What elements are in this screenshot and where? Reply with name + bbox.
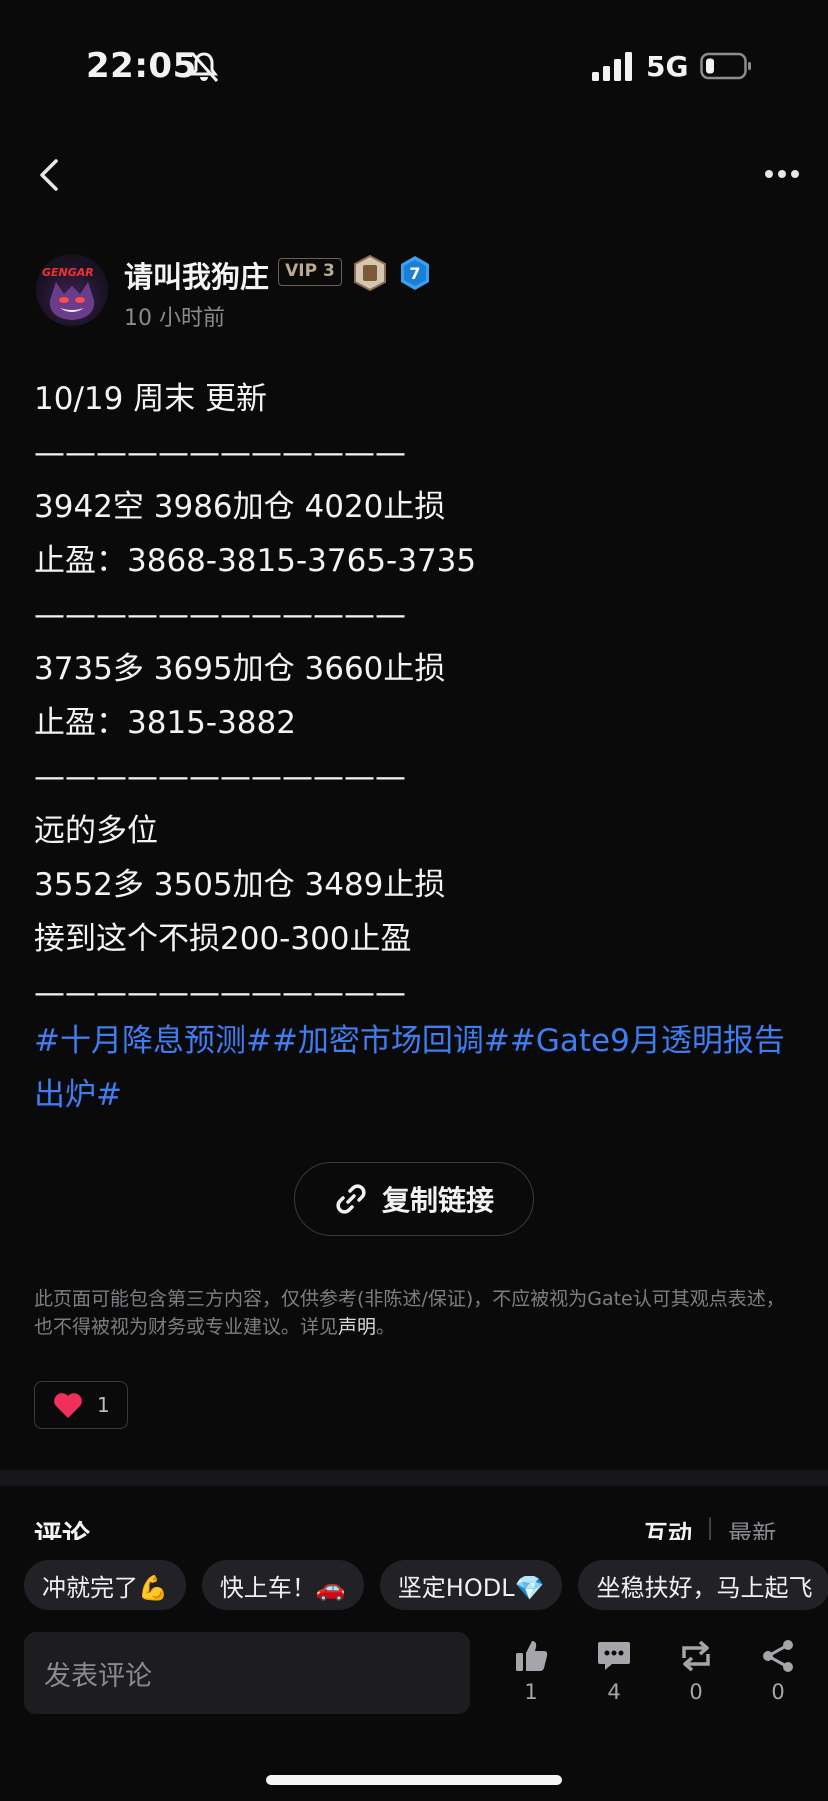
- scroll-badge-icon: [354, 254, 386, 292]
- post-line: ————————————: [34, 435, 406, 471]
- status-time: 22:05: [86, 46, 197, 86]
- disclaimer: 此页面可能包含第三方内容，仅供参考(非陈述/保证)，不应被视为Gate认可其观点…: [34, 1285, 794, 1341]
- post-line: ————————————: [34, 759, 406, 795]
- cellular-signal-icon: [592, 52, 632, 81]
- comments-title: 评论: [34, 1519, 91, 1540]
- repost-icon: [682, 1640, 710, 1672]
- tab-interactive[interactable]: 互动: [644, 1514, 692, 1540]
- post-time: 10 小时前: [124, 306, 225, 331]
- comment-icon: [598, 1642, 630, 1670]
- share-count: 0: [771, 1680, 785, 1704]
- comment-count: 4: [607, 1680, 621, 1704]
- post-line: 远的多位: [34, 813, 158, 849]
- quick-reply-chip[interactable]: 冲就完了💪: [24, 1560, 186, 1610]
- author-name[interactable]: 请叫我狗庄: [124, 254, 269, 296]
- post-line: 3942空 3986加仓 4020止损: [34, 489, 446, 525]
- comment-sort-tabs: 互动 | 最新: [644, 1514, 776, 1540]
- quick-reply-chip[interactable]: 快上车！🚗: [201, 1560, 364, 1610]
- like-button[interactable]: 1: [501, 1638, 561, 1704]
- bell-slash-icon: [190, 52, 219, 82]
- post-line: ————————————: [34, 597, 406, 633]
- repost-count: 0: [689, 1680, 703, 1704]
- gengar-icon: [49, 282, 95, 320]
- copy-link-button[interactable]: 复制链接: [294, 1162, 534, 1236]
- post-body: 10/19 周末 更新 ———————————— 3942空 3986加仓 40…: [34, 372, 794, 1020]
- comment-input[interactable]: 发表评论: [24, 1632, 470, 1714]
- disclaimer-link[interactable]: 声明: [338, 1316, 376, 1338]
- post-line: 10/19 周末 更新: [34, 381, 268, 417]
- home-indicator[interactable]: [266, 1775, 562, 1785]
- quick-replies: 冲就完了💪 快上车！🚗 坚定HODL💎 坐稳扶好，马上起飞: [24, 1560, 828, 1612]
- link-icon: [336, 1184, 366, 1214]
- section-divider: [0, 1470, 828, 1486]
- like-count: 1: [524, 1680, 538, 1704]
- tab-separator: |: [706, 1514, 715, 1540]
- hashtags-link[interactable]: #十月降息预测##加密市场回调##Gate9月透明报告出炉#: [34, 1014, 794, 1122]
- more-options-button[interactable]: [764, 168, 800, 180]
- post-line: 3552多 3505加仓 3489止损: [34, 867, 446, 903]
- disclaimer-end: 。: [376, 1316, 396, 1338]
- post-line: ————————————: [34, 975, 406, 1011]
- post-line: 止盈：3815-3882: [34, 705, 296, 741]
- vip-badge: VIP 3: [278, 258, 342, 286]
- post-line: 接到这个不损200-300止盈: [34, 921, 412, 957]
- disclaimer-text: 此页面可能包含第三方内容，仅供参考(非陈述/保证)，不应被视为Gate认可其观点…: [34, 1288, 785, 1338]
- heart-icon: [54, 1393, 82, 1418]
- avatar[interactable]: GENGAR: [36, 254, 108, 326]
- svg-text:7: 7: [409, 264, 420, 283]
- quick-reply-chip[interactable]: 坚定HODL💎: [379, 1560, 563, 1610]
- share-button[interactable]: 0: [748, 1638, 808, 1704]
- comment-button[interactable]: 4: [584, 1638, 644, 1704]
- repost-button[interactable]: 0: [666, 1638, 726, 1704]
- heart-reaction-button[interactable]: 1: [34, 1381, 128, 1429]
- post-line: 止盈：3868-3815-3765-3735: [34, 543, 477, 579]
- share-icon: [763, 1640, 793, 1672]
- thumbs-up-icon: [516, 1641, 548, 1671]
- network-type: 5G: [646, 50, 689, 83]
- battery-icon: [700, 52, 751, 80]
- tab-latest[interactable]: 最新: [728, 1514, 776, 1540]
- quick-reply-chip[interactable]: 坐稳扶好，马上起飞: [578, 1560, 828, 1610]
- post-line: 3735多 3695加仓 3660止损: [34, 651, 446, 687]
- level-badge: 7: [401, 256, 429, 290]
- back-button[interactable]: [38, 158, 60, 192]
- copy-link-label: 复制链接: [381, 1184, 494, 1217]
- reaction-count: 1: [97, 1393, 110, 1417]
